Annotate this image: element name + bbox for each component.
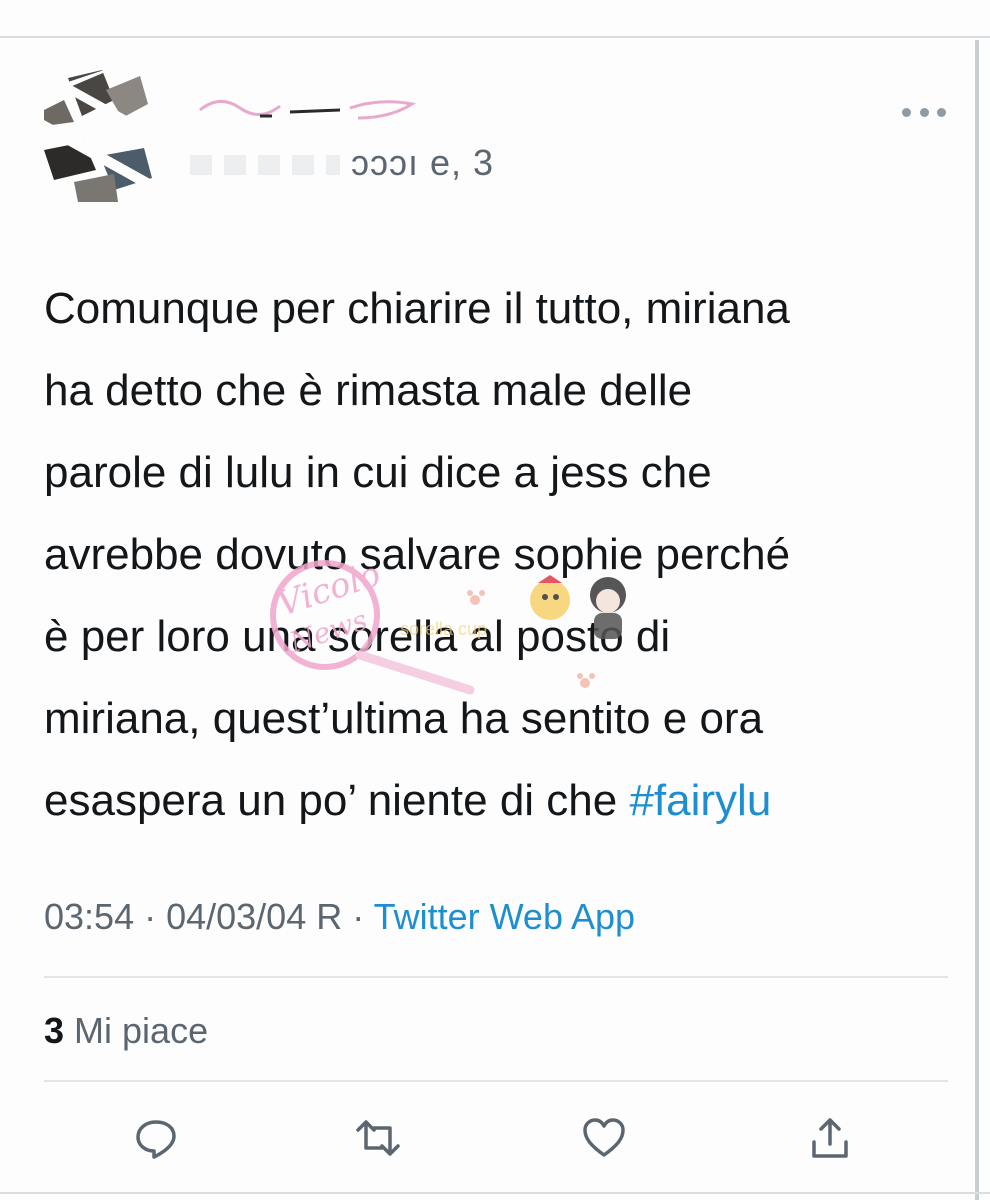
tweet-line: miriana, quest’ultima ha sentito e ora (44, 694, 764, 743)
tweet-line: è per loro una sorella al posto di (44, 612, 671, 661)
tweet-text: Comunque per chiarire il tutto, miriana … (44, 268, 964, 842)
tweet-line: avrebbe dovuto salvare sophie perché (44, 530, 791, 579)
heart-icon[interactable] (580, 1114, 628, 1162)
tweet-date[interactable]: 04/03/04 R (166, 896, 342, 937)
tweet-metadata: 03:54 · 04/03/04 R · Twitter Web App (44, 896, 636, 937)
stats-divider-top (44, 976, 948, 978)
likes-count: 3 (44, 1010, 65, 1051)
retweet-icon[interactable] (354, 1114, 402, 1162)
tweet-line-last: esaspera un po’ niente di che #fairylu (44, 776, 772, 825)
reply-icon[interactable] (132, 1114, 180, 1162)
display-name-redacted[interactable] (190, 88, 420, 124)
tweet-line: ha detto che è rimasta male delle (44, 366, 693, 415)
handle-redaction (190, 155, 340, 176)
more-options-button[interactable] (902, 100, 946, 124)
bottom-divider (0, 1192, 990, 1194)
tweet-line: Comunque per chiarire il tutto, miriana (44, 284, 790, 333)
tweet-source-link[interactable]: Twitter Web App (374, 896, 635, 937)
avatar[interactable] (44, 70, 152, 202)
tweet-line: parole di lulu in cui dice a jess che (44, 448, 712, 497)
tweet-time[interactable]: 03:54 (44, 896, 134, 937)
top-divider (0, 36, 990, 38)
likes-stat[interactable]: 3 Mi piace (44, 1010, 208, 1052)
share-icon[interactable] (806, 1114, 854, 1162)
more-horizontal-icon (902, 107, 911, 117)
stats-divider-bottom (44, 1080, 948, 1082)
hashtag-link[interactable]: #fairylu (629, 776, 771, 825)
scrollbar-track[interactable] (975, 40, 979, 1200)
user-handle[interactable]: ɔɔɔı e, 3 (190, 142, 610, 182)
handle-visible-text: ɔɔɔı e, 3 (351, 142, 495, 182)
likes-label: Mi piace (64, 1010, 209, 1051)
